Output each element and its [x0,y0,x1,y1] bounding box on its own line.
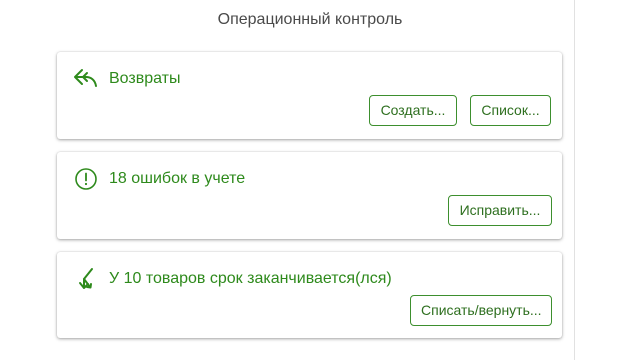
fix-errors-button[interactable]: Исправить... [448,195,552,226]
returns-list-button[interactable]: Список... [470,95,551,126]
operational-control-panel: Операционный контроль Возвраты Создать..… [0,0,620,360]
expiring-label[interactable]: У 10 товаров срок заканчивается(лся) [109,270,392,288]
errors-label[interactable]: 18 ошибок в учете [109,170,245,188]
returns-header[interactable]: Возвраты [73,66,181,92]
page-title: Операционный контроль [217,11,403,28]
expiry-arrows-icon [73,266,99,292]
returns-label[interactable]: Возвраты [109,70,181,88]
expiring-header[interactable]: У 10 товаров срок заканчивается(лся) [73,266,392,292]
exclamation-circle-icon [73,166,99,192]
returns-card: Возвраты Создать... Список... [57,52,562,139]
expiring-goods-card: У 10 товаров срок заканчивается(лся) Спи… [57,252,562,338]
scrollbar-track[interactable] [574,0,575,360]
writeoff-return-button[interactable]: Списать/вернуть... [410,295,552,326]
create-return-button[interactable]: Создать... [369,95,457,126]
errors-card: 18 ошибок в учете Исправить... [57,152,562,239]
errors-header[interactable]: 18 ошибок в учете [73,166,245,192]
return-arrow-icon [73,66,99,92]
